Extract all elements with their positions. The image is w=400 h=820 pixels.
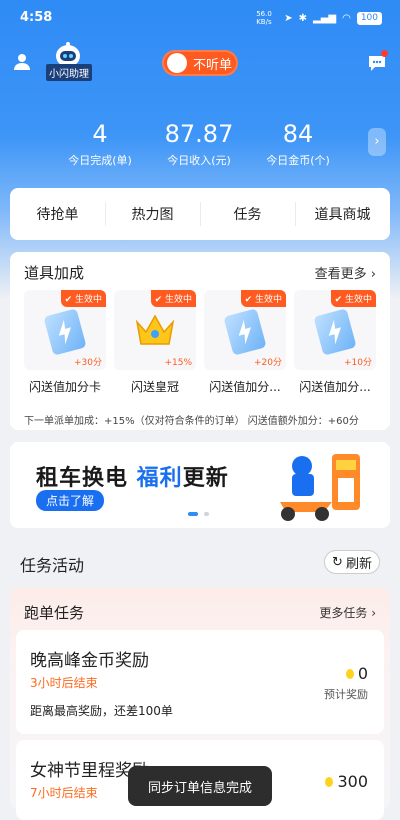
coin-value: 0: [357, 664, 368, 683]
chevron-right-icon[interactable]: ›: [368, 128, 386, 156]
badge-label: 生效中: [74, 295, 102, 305]
prop-item[interactable]: ✔ 生效中 +30分 闪送值加分卡: [24, 290, 106, 395]
refresh-label: 刷新: [345, 556, 372, 572]
banner-title-a: 租车换电: [36, 466, 137, 491]
prop-image: ✔ 生效中 +30分: [24, 290, 106, 370]
prop-item[interactable]: ✔ 生效中 +15% 闪送皇冠: [114, 290, 196, 395]
carousel-dot[interactable]: [204, 512, 209, 516]
coin-value: 300: [337, 772, 368, 791]
prop-image: ✔ 生效中 +10分: [294, 290, 376, 370]
bonus-card-icon: [313, 308, 357, 356]
props-more-label: 查看更多: [314, 267, 367, 282]
wifi-icon: ◠: [342, 12, 351, 24]
prop-bonus: +15%: [164, 358, 192, 368]
badge-label: 生效中: [164, 295, 192, 305]
coin-icon: [325, 776, 334, 787]
promo-banner[interactable]: 租车换电 福利更新 点击了解: [10, 442, 390, 528]
more-tasks-label: 更多任务: [319, 606, 368, 620]
status-time: 4:58: [20, 10, 53, 25]
section-title: 跑单任务: [24, 604, 85, 622]
prop-name: 闪送值加分卡: [28, 380, 101, 394]
stat-label: 今日金币(个): [266, 154, 330, 167]
prop-item[interactable]: ✔ 生效中 +20分 闪送值加分...: [204, 290, 286, 395]
task-name: 晚高峰金币奖励: [30, 651, 149, 671]
status-badge: ✔ 生效中: [330, 290, 376, 307]
status-badge: ✔ 生效中: [60, 290, 106, 307]
stat-label: 今日收入(元): [167, 154, 231, 167]
prop-name: 闪送值加分...: [209, 380, 281, 394]
assistant-label[interactable]: 小闪助理: [46, 64, 92, 81]
stat-value: 87.87: [164, 120, 234, 148]
status-bar: 4:58 56.0 KB/s ➤ ✱ ▂▄▆ ◠ 100: [0, 0, 400, 36]
prop-name: 闪送值加分...: [299, 380, 371, 394]
task-coins: 300: [325, 772, 368, 791]
banner-title-c: 更新: [182, 466, 229, 491]
toggle-label: 不听单: [193, 57, 233, 73]
banner-title: 租车换电 福利更新: [36, 460, 229, 492]
top-bar: 小闪助理 不听单: [0, 40, 400, 84]
toast-message: 同步订单信息完成: [128, 766, 272, 806]
stat-income[interactable]: 87.87 今日收入(元): [144, 118, 254, 168]
prop-image: ✔ 生效中 +15%: [114, 290, 196, 370]
prop-bonus: +30分: [74, 358, 102, 368]
task-progress: 距离最高奖励，还差100单: [30, 704, 173, 718]
task-deadline: 3小时后结束: [30, 676, 98, 690]
prop-bonus: +20分: [254, 358, 282, 368]
props-more-link[interactable]: 查看更多 ›: [315, 263, 376, 282]
prop-bonus: +10分: [344, 358, 372, 368]
props-title: 道具加成: [24, 264, 85, 282]
crown-icon: [135, 314, 175, 345]
coin-icon: [345, 668, 354, 679]
badge-label: 生效中: [344, 295, 372, 305]
battery-icon: 100: [356, 11, 382, 25]
prop-name: 闪送皇冠: [130, 380, 179, 394]
courier-scooter-illustration: [280, 454, 360, 521]
stat-value: 84: [282, 120, 314, 148]
net-speed: 56.0 KB/s: [256, 10, 272, 26]
props-summary: 下一单派单加成：+15%（仅对符合条件的订单） 闪送值额外加分：+60分: [24, 416, 359, 427]
toggle-knob: [167, 53, 187, 73]
tab-tasks[interactable]: 任务: [200, 188, 295, 240]
refresh-button[interactable]: ↻ 刷新: [324, 550, 380, 574]
tab-pending-orders[interactable]: 待抢单: [10, 188, 105, 240]
banner-title-b: 福利: [136, 466, 183, 491]
tasks-title: 任务活动: [20, 556, 85, 575]
prop-item[interactable]: ✔ 生效中 +10分 闪送值加分...: [294, 290, 376, 395]
bluetooth-icon: ✱: [298, 12, 307, 24]
task-deadline: 7小时后结束: [30, 786, 98, 800]
stat-coins[interactable]: 84 今日金币(个): [243, 118, 353, 168]
carousel-dot-active[interactable]: [188, 512, 198, 516]
task-card[interactable]: 晚高峰金币奖励 3小时后结束 距离最高奖励，还差100单 0 预计奖励: [16, 630, 384, 734]
bonus-card-icon: [43, 308, 87, 356]
status-badge: ✔ 生效中: [150, 290, 196, 307]
tab-heatmap[interactable]: 热力图: [105, 188, 200, 240]
main-nav: 待抢单 热力图 任务 道具商城: [10, 188, 390, 240]
refresh-icon: ↻: [332, 554, 343, 570]
stat-label: 今日完成(单): [68, 154, 132, 167]
tab-prop-store[interactable]: 道具商城: [295, 188, 390, 240]
prop-image: ✔ 生效中 +20分: [204, 290, 286, 370]
reward-label: 预计奖励: [324, 688, 368, 701]
badge-label: 生效中: [254, 295, 282, 305]
user-icon[interactable]: [12, 52, 32, 72]
stat-completed[interactable]: 4 今日完成(单): [45, 118, 155, 168]
more-tasks-link[interactable]: 更多任务 ›: [319, 604, 376, 621]
signal-icon: ▂▄▆: [313, 12, 337, 24]
location-icon: ➤: [284, 12, 293, 24]
order-toggle[interactable]: 不听单: [162, 50, 238, 76]
banner-button[interactable]: 点击了解: [36, 490, 105, 511]
stat-value: 4: [92, 120, 108, 148]
task-coins: 0: [345, 664, 368, 683]
status-badge: ✔ 生效中: [240, 290, 286, 307]
bonus-card-icon: [223, 308, 267, 356]
unread-dot: [381, 50, 388, 57]
props-card: 道具加成 查看更多 › ✔ 生效中 +30分 闪送值加分卡 ✔ 生效中 +15%…: [10, 252, 390, 430]
today-stats[interactable]: 4 今日完成(单) 87.87 今日收入(元) 84 今日金币(个): [0, 118, 400, 174]
